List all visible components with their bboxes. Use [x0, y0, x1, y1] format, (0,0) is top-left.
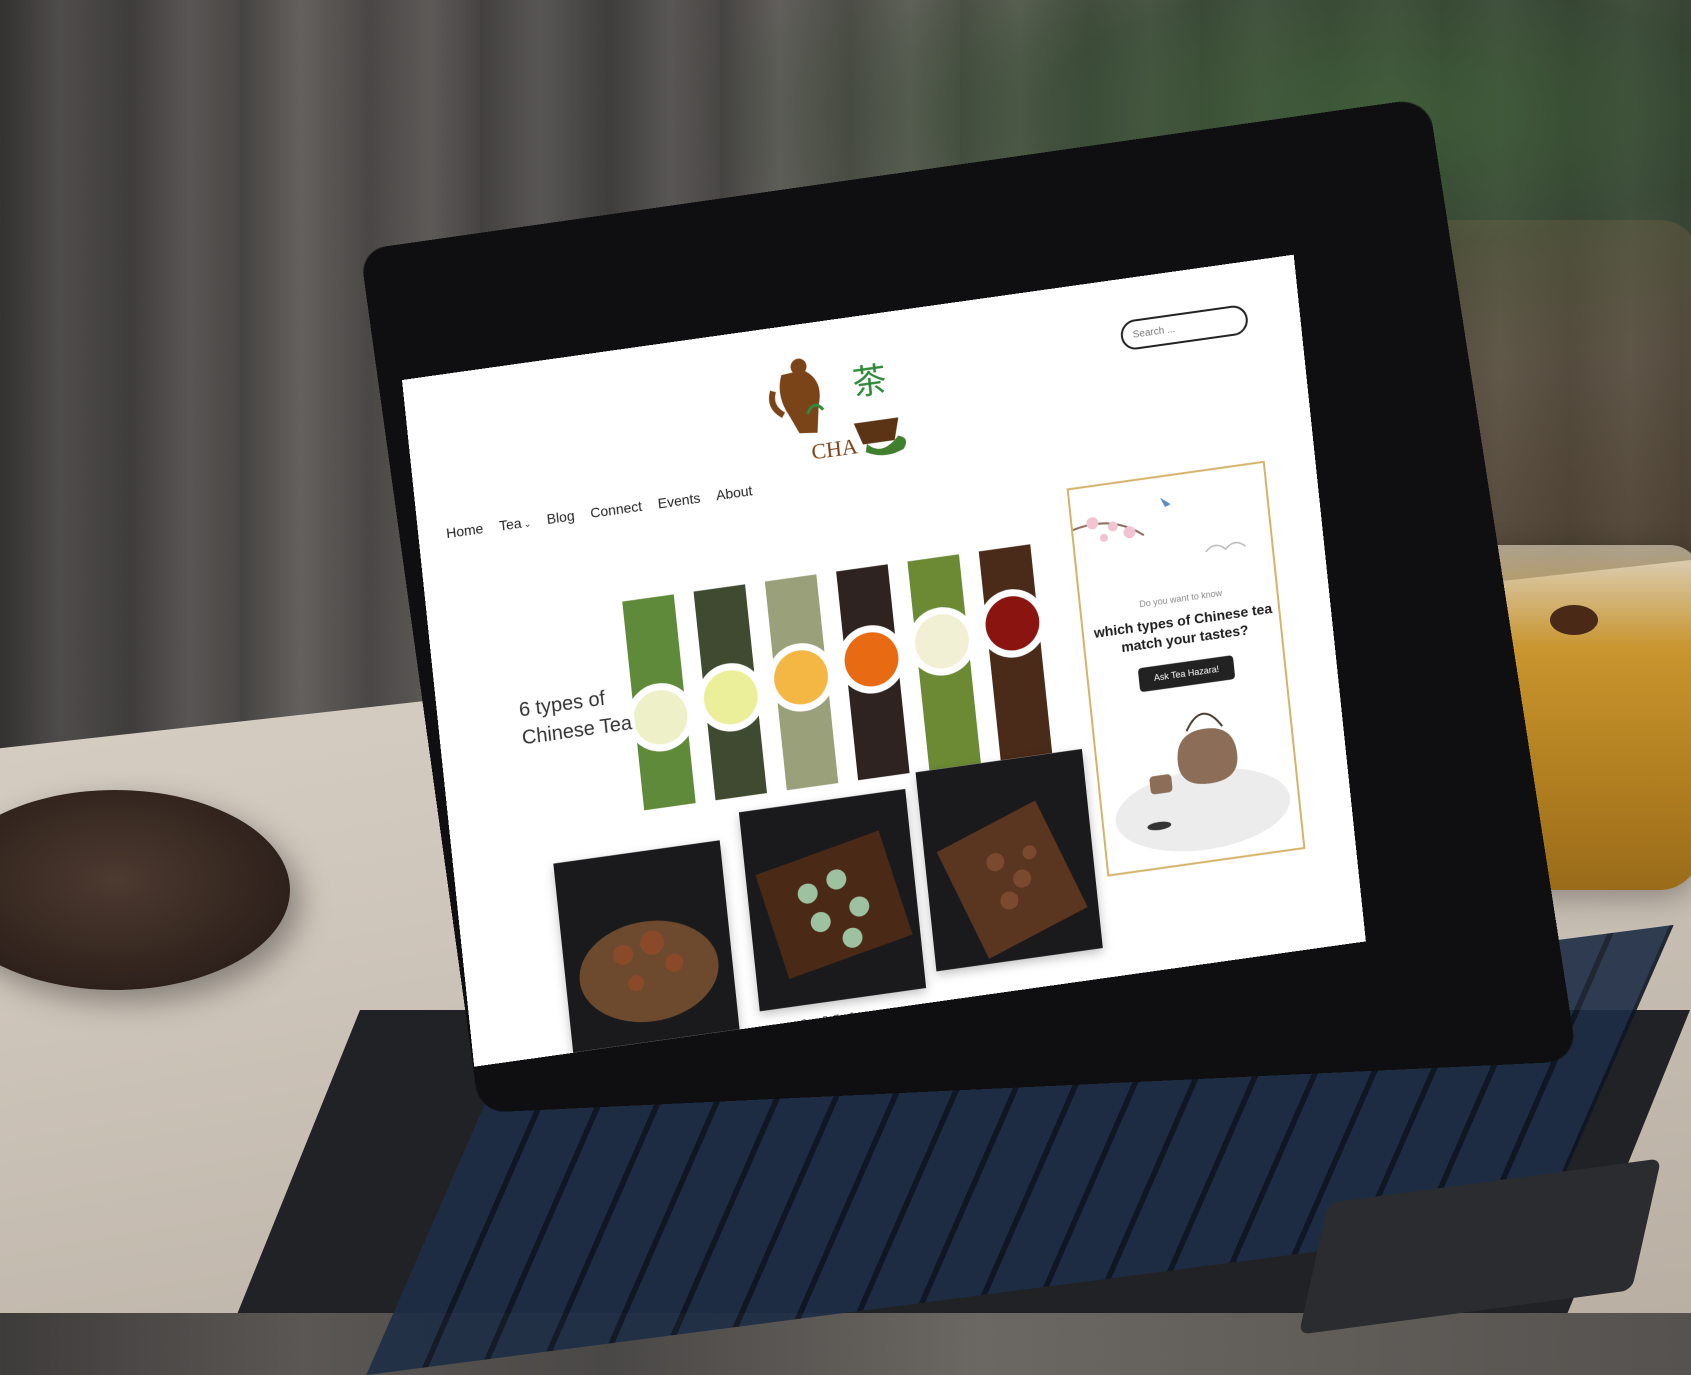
tea-set-card-3[interactable] [915, 748, 1103, 972]
teapot-illustration [1115, 712, 1291, 852]
search-input[interactable] [1119, 303, 1250, 352]
star-anise [1550, 605, 1598, 635]
bird-icon [1159, 497, 1171, 508]
blossom-branch-art [1072, 497, 1246, 553]
nav-item-about[interactable]: About [715, 482, 753, 503]
hero-title: 6 types of Chinese Tea [518, 682, 634, 753]
main-nav: Home Tea⌄ Blog Connect Events About [445, 482, 753, 541]
site-logo[interactable]: 茶 CHA [761, 337, 922, 472]
teapot-logo-icon: 茶 CHA [769, 358, 907, 465]
nav-item-home[interactable]: Home [445, 520, 484, 541]
nav-item-events[interactable]: Events [657, 490, 701, 512]
tea-set-card-1[interactable] [553, 840, 741, 1063]
teacup-icon [1149, 774, 1173, 795]
nav-item-tea[interactable]: Tea⌄ [498, 513, 532, 534]
nav-item-blog[interactable]: Blog [546, 507, 575, 527]
tea-set-image-3 [936, 800, 1088, 959]
chevron-down-icon: ⌄ [523, 518, 532, 530]
tea-set-image-2 [755, 830, 913, 980]
cloud-icon [1205, 541, 1246, 553]
nav-item-tea-label: Tea [498, 514, 523, 534]
logo-glyph: 茶 [851, 360, 889, 405]
nav-item-connect[interactable]: Connect [590, 498, 643, 521]
tea-set-image-1 [579, 920, 719, 1023]
logo-text: CHA [810, 433, 859, 464]
website-screen: Home Tea⌄ Blog Connect Events About 茶 CH… [402, 254, 1366, 1067]
tea-quiz-promo: Do you want to know which types of Chine… [1066, 460, 1306, 877]
tea-set-card-2[interactable] [738, 788, 927, 1012]
